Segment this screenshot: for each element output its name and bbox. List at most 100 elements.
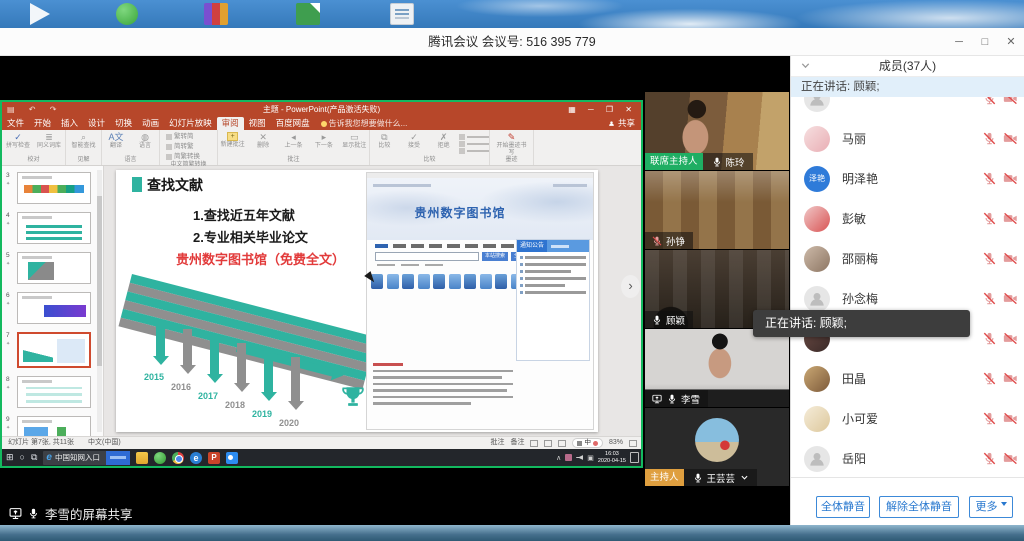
volume-icon[interactable] <box>576 455 583 460</box>
slide-thumbnail-6[interactable]: 6✦ <box>2 292 103 324</box>
normal-view-icon[interactable] <box>530 440 538 447</box>
mute-all-button[interactable]: 全体静音 <box>816 496 870 518</box>
member-row[interactable]: 泽艳 明泽艳 <box>791 159 1024 199</box>
previous-comment-button[interactable]: ◂上一条 <box>279 132 308 150</box>
camera-off-icon[interactable] <box>1003 372 1018 385</box>
camera-off-icon[interactable] <box>1003 132 1018 145</box>
next-comment-button[interactable]: ▸下一条 <box>309 132 338 150</box>
mic-muted-icon[interactable] <box>983 132 996 145</box>
reject-button[interactable]: ✗拒绝 <box>429 132 458 150</box>
member-row[interactable]: 马丽 <box>791 119 1024 159</box>
browser-taskbar-button[interactable]: e 中国知网入口 <box>43 451 130 465</box>
mic-muted-icon[interactable] <box>983 412 996 425</box>
file-explorer-icon[interactable] <box>136 452 148 464</box>
network-icon[interactable]: ▣ <box>587 454 594 462</box>
tab-design[interactable]: 设计 <box>83 117 110 130</box>
tab-home[interactable]: 开始 <box>29 117 56 130</box>
tray-expand-icon[interactable]: ∧ <box>556 454 561 462</box>
fit-to-window-icon[interactable] <box>629 440 637 447</box>
tab-review[interactable]: 审阅 <box>217 117 244 130</box>
video-tile-lixue[interactable]: 李雪 <box>645 329 789 407</box>
convert-button[interactable]: 简繁转换 <box>166 152 217 161</box>
camera-off-icon[interactable] <box>1003 252 1018 265</box>
compare-stack-buttons[interactable] <box>459 132 489 154</box>
mic-muted-icon[interactable] <box>983 292 996 305</box>
media-player-icon[interactable] <box>30 3 50 25</box>
camera-off-icon[interactable] <box>1003 292 1018 305</box>
start-inking-button[interactable]: ✎开始墨迹书写 <box>497 132 527 156</box>
accept-button[interactable]: ✓接受 <box>400 132 429 150</box>
tab-plugin[interactable]: 百度网盘 <box>271 117 315 130</box>
collapse-video-strip-handle[interactable]: › <box>621 275 640 298</box>
tab-view[interactable]: 视图 <box>244 117 271 130</box>
camera-off-icon[interactable] <box>1003 97 1018 105</box>
video-tile-sunzheng[interactable]: 孙铮 <box>645 171 789 249</box>
smart-lookup-button[interactable]: ⌕智能查找 <box>69 132 99 150</box>
minimize-button[interactable]: ─ <box>946 28 972 56</box>
start-button[interactable]: ⊞ <box>6 449 14 466</box>
reading-view-icon[interactable] <box>558 440 566 447</box>
comments-toggle[interactable]: 批注 <box>490 437 504 449</box>
tray-app-icon[interactable] <box>565 454 572 461</box>
ppt-window-controls[interactable]: ▦ ─ ❐ ✕ <box>568 102 637 117</box>
clock[interactable]: 16:032020-04-15 <box>598 451 626 464</box>
sorter-view-icon[interactable] <box>544 440 552 447</box>
member-row[interactable]: 田晶 <box>791 359 1024 399</box>
mic-muted-icon[interactable] <box>983 252 996 265</box>
member-row[interactable] <box>791 97 1024 119</box>
mic-muted-icon[interactable] <box>983 212 996 225</box>
show-comments-button[interactable]: ▭显示批注 <box>340 132 369 150</box>
tab-transitions[interactable]: 切换 <box>110 117 137 130</box>
camera-off-icon[interactable] <box>1003 172 1018 185</box>
meeting-taskbar-icon[interactable] <box>226 452 238 464</box>
slide-thumbnail-7-selected[interactable]: 7✦ <box>2 332 103 368</box>
camera-off-icon[interactable] <box>1003 452 1018 465</box>
more-button[interactable]: 更多 <box>969 496 1013 518</box>
video-tile-chenling[interactable]: 联席主持人 陈玲 <box>645 92 789 170</box>
camera-off-icon[interactable] <box>1003 412 1018 425</box>
unmute-all-button[interactable]: 解除全体静音 <box>879 496 959 518</box>
video-tile-host[interactable]: 主持人 王芸芸 <box>645 408 789 486</box>
mic-muted-icon[interactable] <box>983 452 996 465</box>
mic-muted-icon[interactable] <box>983 172 996 185</box>
mic-muted-icon[interactable] <box>983 332 996 345</box>
language-indicator[interactable]: 中文(中国) <box>88 437 121 449</box>
tab-file[interactable]: 文件 <box>2 117 29 130</box>
chrome-icon[interactable] <box>172 452 184 464</box>
ime-toolbar[interactable]: 中 <box>572 438 603 448</box>
green-app-taskbar-icon[interactable] <box>154 452 166 464</box>
document-icon[interactable] <box>390 3 414 25</box>
tell-me-box[interactable]: 告诉我您想要做什么... <box>321 117 408 130</box>
traditional-to-simplified-button[interactable]: 繁转简 <box>166 132 217 141</box>
thesaurus-button[interactable]: ≣同义词库 <box>34 132 64 150</box>
member-row[interactable]: 邵丽梅 <box>791 239 1024 279</box>
zoom-level[interactable]: 83% <box>609 437 623 449</box>
mic-muted-icon[interactable] <box>983 372 996 385</box>
member-row[interactable]: 岳阳 <box>791 439 1024 477</box>
translate-button[interactable]: A文翻译 <box>102 132 130 150</box>
spell-check-button[interactable]: ✓拼写检查 <box>3 132 33 150</box>
notes-toggle[interactable]: 备注 <box>510 437 524 449</box>
powerpoint-taskbar-icon[interactable]: P <box>208 452 220 464</box>
compare-button[interactable]: ⧉比较 <box>370 132 399 150</box>
green-app-icon[interactable] <box>116 3 138 25</box>
camera-off-icon[interactable] <box>1003 332 1018 345</box>
close-button[interactable]: ✕ <box>998 28 1024 56</box>
slide-thumbnail-4[interactable]: 4✦ <box>2 212 103 244</box>
ppt-share-button[interactable]: 共享 <box>608 117 635 130</box>
tab-animations[interactable]: 动画 <box>137 117 164 130</box>
slide-thumbnail-8[interactable]: 8✦ <box>2 376 103 408</box>
edge-icon[interactable]: e <box>190 452 202 464</box>
action-center-icon[interactable] <box>630 452 639 463</box>
mic-muted-icon[interactable] <box>983 97 996 105</box>
language-button[interactable]: ◍语言 <box>131 132 159 150</box>
thumbnail-scrollbar[interactable] <box>97 170 102 432</box>
spreadsheet-icon[interactable] <box>296 3 320 25</box>
member-row[interactable]: 彭敏 <box>791 199 1024 239</box>
new-comment-button[interactable]: +新建批注 <box>218 132 247 149</box>
delete-comment-button[interactable]: ✕删除 <box>248 132 277 150</box>
tab-slideshow[interactable]: 幻灯片放映 <box>164 117 217 130</box>
slide-thumbnail-3[interactable]: 3✦ <box>2 172 103 204</box>
winrar-icon[interactable] <box>204 3 228 25</box>
search-button[interactable]: ○ <box>20 449 25 466</box>
